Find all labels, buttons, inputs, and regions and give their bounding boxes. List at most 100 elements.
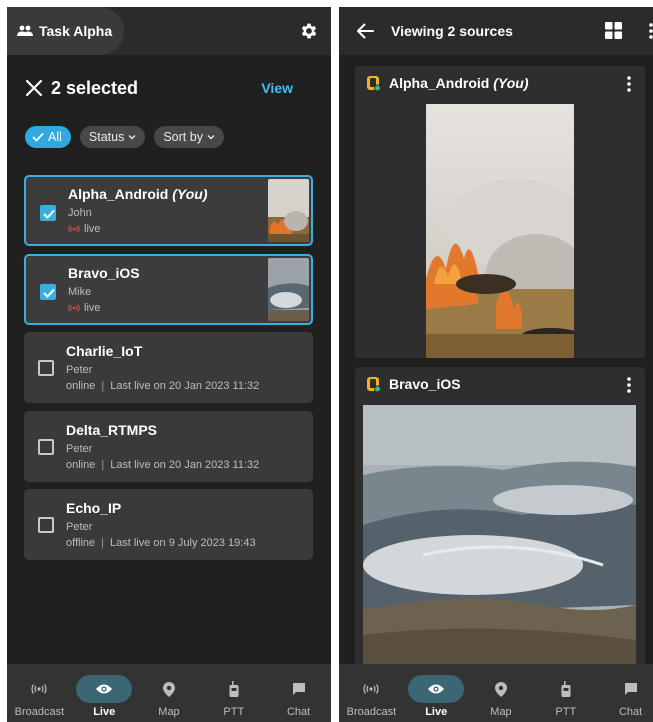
filter-chips: All Status Sort by bbox=[25, 126, 224, 148]
source-status: live bbox=[68, 223, 101, 235]
source-name: Delta_RTMPS bbox=[66, 421, 158, 438]
check-icon bbox=[43, 209, 55, 219]
source-card-bravo-ios[interactable]: Bravo_iOS Mike live bbox=[24, 253, 313, 325]
nav-label: Broadcast bbox=[14, 706, 65, 718]
source-card-charlie-iot[interactable]: Charlie_IoT Peter online | Last live on 20… bbox=[24, 332, 313, 403]
video-feed-alpha-android[interactable]: Alpha_Android (You) bbox=[355, 66, 645, 358]
source-name: Bravo_iOS bbox=[68, 264, 140, 281]
nav-label: Chat bbox=[618, 706, 643, 718]
filter-sort-chip[interactable]: Sort by bbox=[154, 126, 224, 148]
source-thumbnail bbox=[268, 257, 309, 321]
live-icon bbox=[68, 225, 80, 233]
source-status: live bbox=[68, 302, 101, 314]
feed-more-icon[interactable] bbox=[627, 377, 631, 393]
nav-label: Broadcast bbox=[346, 706, 397, 718]
filter-status-chip[interactable]: Status bbox=[79, 126, 146, 148]
nav-map[interactable]: Map bbox=[469, 664, 534, 722]
eye-icon bbox=[96, 684, 113, 694]
source-user: John bbox=[68, 207, 92, 219]
chevron-down-icon bbox=[207, 135, 215, 140]
back-arrow-icon[interactable] bbox=[356, 22, 374, 40]
gear-icon[interactable] bbox=[299, 21, 319, 41]
nav-chat[interactable]: Chat bbox=[598, 664, 653, 722]
nav-chat[interactable]: Chat bbox=[266, 664, 331, 722]
feed-header: Alpha_Android (You) bbox=[355, 66, 645, 100]
source-checkbox[interactable] bbox=[38, 517, 54, 533]
source-card-delta-rtmps[interactable]: Delta_RTMPS Peter online | Last live on 20… bbox=[24, 410, 313, 482]
bottom-nav: Broadcast Live Map PTT Chat bbox=[339, 664, 653, 722]
nav-label: Live bbox=[93, 706, 116, 718]
android-device-icon bbox=[367, 76, 381, 91]
video-frame bbox=[426, 104, 574, 358]
source-user: Mike bbox=[68, 285, 92, 298]
check-icon bbox=[43, 288, 55, 298]
source-name: Charlie_IoT bbox=[66, 343, 143, 359]
source-status: online | Last live on 20 Jan 2023 11:32 bbox=[66, 380, 260, 392]
chat-icon bbox=[292, 683, 305, 695]
source-checkbox[interactable] bbox=[40, 283, 56, 300]
source-user: Peter bbox=[66, 521, 93, 533]
map-pin-icon bbox=[494, 681, 507, 697]
page-title: Viewing 2 sources bbox=[391, 23, 513, 39]
source-status: offline | Last live on 9 July 2023 19:43 bbox=[66, 537, 256, 549]
team-selector[interactable]: Task Alpha bbox=[7, 7, 124, 55]
eye-icon bbox=[428, 684, 445, 694]
you-tag: (You) bbox=[172, 186, 208, 202]
source-user: Peter bbox=[66, 364, 93, 376]
source-name: Alpha_Android (You) bbox=[68, 186, 208, 202]
multi-view-screen: Viewing 2 sources Alpha_Android (You) Br… bbox=[339, 7, 653, 722]
nav-live[interactable]: Live bbox=[404, 664, 469, 722]
selection-bar: 2 selected View bbox=[25, 73, 313, 103]
team-name: Task Alpha bbox=[39, 23, 113, 39]
nav-label: PTT bbox=[223, 706, 245, 718]
view-button[interactable]: View bbox=[261, 80, 293, 96]
source-status: online | Last live on 20 Jan 2023 11:32 bbox=[66, 458, 260, 471]
bottom-nav: Broadcast Live Map PTT Chat bbox=[7, 664, 331, 722]
nav-broadcast[interactable]: Broadcast bbox=[7, 664, 72, 722]
nav-map[interactable]: Map bbox=[137, 664, 202, 722]
close-icon[interactable] bbox=[25, 79, 43, 97]
walkie-talkie-icon bbox=[561, 681, 571, 697]
more-options-icon[interactable] bbox=[649, 23, 653, 39]
map-pin-icon bbox=[162, 681, 175, 697]
nav-ptt[interactable]: PTT bbox=[533, 664, 598, 722]
team-icon bbox=[17, 25, 33, 36]
video-frame bbox=[363, 405, 636, 667]
chevron-down-icon bbox=[128, 135, 136, 140]
broadcast-icon bbox=[363, 684, 379, 694]
source-checkbox[interactable] bbox=[38, 360, 54, 376]
source-checkbox[interactable] bbox=[38, 438, 54, 455]
feed-more-icon[interactable] bbox=[627, 76, 631, 92]
source-checkbox[interactable] bbox=[40, 205, 56, 221]
nav-live[interactable]: Live bbox=[72, 664, 137, 722]
filter-status-label: Status bbox=[88, 130, 125, 144]
source-list-screen: Task Alpha 2 selected View All Status So… bbox=[7, 7, 331, 722]
filter-all-chip[interactable]: All bbox=[25, 126, 71, 148]
feed-name: Bravo_iOS bbox=[389, 376, 461, 392]
nav-broadcast[interactable]: Broadcast bbox=[339, 664, 404, 722]
live-icon bbox=[68, 303, 80, 312]
nav-label: PTT bbox=[555, 706, 577, 718]
source-user: Peter bbox=[66, 442, 93, 455]
feed-header: Bravo_iOS bbox=[355, 367, 645, 401]
selected-count: 2 selected bbox=[51, 77, 139, 98]
chat-icon bbox=[624, 683, 637, 695]
check-icon bbox=[32, 132, 44, 142]
source-card-echo-ip[interactable]: Echo_IP Peter offline | Last live on 9 Jul… bbox=[24, 489, 313, 560]
nav-label: Chat bbox=[286, 706, 311, 718]
ios-device-icon bbox=[367, 377, 381, 392]
filter-sort-label: Sort by bbox=[163, 130, 203, 144]
nav-label: Map bbox=[490, 706, 512, 718]
source-list: Alpha_Android (You) John live Bravo_iOS … bbox=[24, 175, 313, 568]
feed-name: Alpha_Android (You) bbox=[389, 75, 529, 91]
video-feed-bravo-ios[interactable]: Bravo_iOS bbox=[355, 367, 645, 667]
top-bar: Task Alpha bbox=[7, 7, 331, 55]
broadcast-icon bbox=[31, 684, 47, 694]
walkie-talkie-icon bbox=[229, 681, 239, 697]
source-card-alpha-android[interactable]: Alpha_Android (You) John live bbox=[24, 175, 313, 246]
nav-ptt[interactable]: PTT bbox=[201, 664, 266, 722]
nav-label: Live bbox=[425, 706, 448, 718]
filter-all-label: All bbox=[48, 130, 62, 144]
you-tag: (You) bbox=[493, 75, 529, 91]
grid-layout-icon[interactable] bbox=[605, 22, 622, 39]
